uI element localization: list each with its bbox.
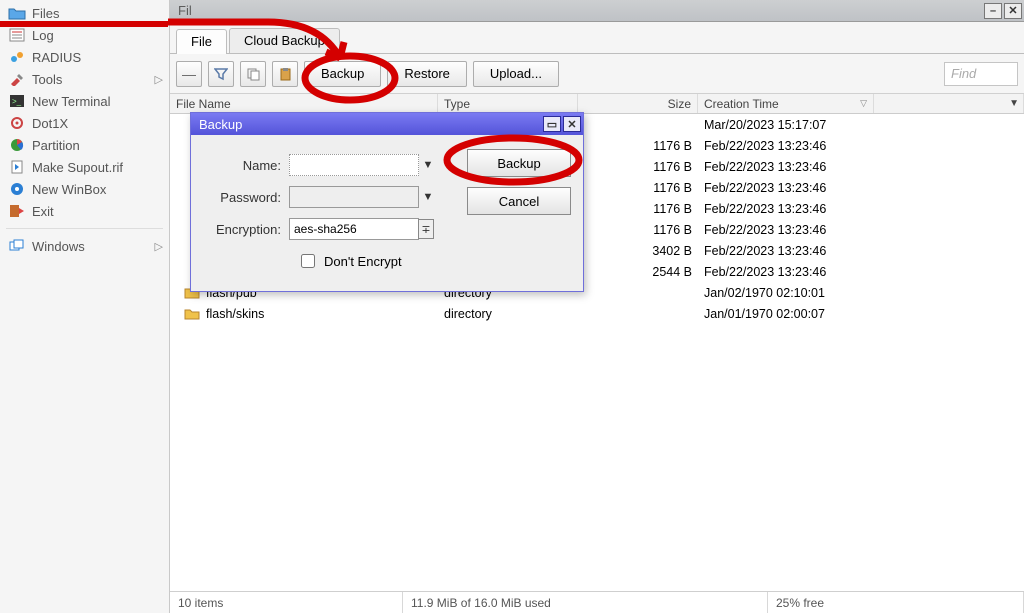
close-button[interactable]: ✕	[1004, 3, 1022, 19]
sidebar-item-label: Tools	[32, 72, 62, 87]
status-count: 10 items	[170, 592, 403, 613]
chevron-down-icon[interactable]: ∓	[418, 219, 434, 239]
backup-dialog: Backup ▭ ✕ Name: ▼ Password: ▼ Encryptio…	[190, 112, 584, 292]
chevron-down-icon[interactable]: ▼	[419, 159, 437, 171]
sidebar-item-label: Files	[32, 6, 59, 21]
tab-bar: File Cloud Backup	[170, 22, 1024, 54]
sidebar-item-new-terminal[interactable]: >_ New Terminal	[0, 90, 169, 112]
chevron-right-icon: ▷	[155, 73, 163, 86]
sidebar-item-dot1x[interactable]: Dot1X	[0, 112, 169, 134]
sidebar-item-log[interactable]: Log	[0, 24, 169, 46]
col-file-name[interactable]: File Name	[170, 94, 438, 113]
sidebar-item-radius[interactable]: RADIUS	[0, 46, 169, 68]
dont-encrypt-label: Don't Encrypt	[324, 254, 402, 269]
dont-encrypt-checkbox[interactable]	[301, 254, 315, 268]
sidebar-item-label: Exit	[32, 204, 54, 219]
sidebar-item-files[interactable]: Files	[0, 2, 169, 24]
sidebar-item-make-supout[interactable]: Make Supout.rif	[0, 156, 169, 178]
sidebar-item-new-winbox[interactable]: New WinBox	[0, 178, 169, 200]
grid-header: File Name Type Size Creation Time▽ ▼	[170, 94, 1024, 114]
sidebar-item-exit[interactable]: Exit	[0, 200, 169, 222]
log-icon	[8, 27, 26, 43]
col-creation-time[interactable]: Creation Time▽	[698, 94, 874, 113]
sidebar-item-label: New Terminal	[32, 94, 111, 109]
tab-cloud-backup[interactable]: Cloud Backup	[229, 28, 340, 53]
tools-icon	[8, 71, 26, 87]
window-titlebar[interactable]: Fil – ✕	[170, 0, 1024, 22]
dialog-titlebar[interactable]: Backup ▭ ✕	[191, 113, 583, 135]
chevron-down-icon[interactable]: ▼	[419, 191, 437, 203]
columns-dropdown-icon[interactable]: ▼	[1009, 98, 1019, 109]
dot1x-icon	[8, 115, 26, 131]
status-usage: 11.9 MiB of 16.0 MiB used	[403, 592, 768, 613]
status-bar: 10 items 11.9 MiB of 16.0 MiB used 25% f…	[170, 591, 1024, 613]
dialog-cancel-button[interactable]: Cancel	[467, 187, 571, 215]
radius-icon	[8, 49, 26, 65]
window-title: Fil	[178, 3, 192, 18]
windows-icon	[8, 238, 26, 254]
col-size[interactable]: Size	[578, 94, 698, 113]
sidebar-item-label: Make Supout.rif	[32, 160, 123, 175]
table-row[interactable]: flash/skinsdirectoryJan/01/1970 02:00:07	[170, 303, 1024, 324]
partition-icon	[8, 137, 26, 153]
tab-file[interactable]: File	[176, 29, 227, 54]
password-input[interactable]	[289, 186, 419, 208]
sidebar-item-label: RADIUS	[32, 50, 81, 65]
toolbar: — Backup Restore Upload... Find	[170, 54, 1024, 94]
remove-button[interactable]: —	[176, 61, 202, 87]
password-label: Password:	[203, 190, 289, 205]
backup-button[interactable]: Backup	[304, 61, 381, 87]
dialog-minimize-button[interactable]: ▭	[543, 116, 561, 132]
file-list-window: Fil – ✕ File Cloud Backup — Backup Resto…	[170, 0, 1024, 613]
col-type[interactable]: Type	[438, 94, 578, 113]
status-free: 25% free	[768, 592, 1024, 613]
filter-button[interactable]	[208, 61, 234, 87]
sidebar-item-label: Windows	[32, 239, 85, 254]
sidebar-item-windows[interactable]: Windows ▷	[0, 235, 169, 257]
sidebar: Files Log RADIUS Tools ▷ >_ New Termina	[0, 0, 170, 613]
folder-icon	[8, 5, 26, 21]
sidebar-item-partition[interactable]: Partition	[0, 134, 169, 156]
dialog-close-button[interactable]: ✕	[563, 116, 581, 132]
minimize-button[interactable]: –	[984, 3, 1002, 19]
col-extra[interactable]: ▼	[874, 94, 1024, 113]
upload-button[interactable]: Upload...	[473, 61, 559, 87]
name-input[interactable]	[289, 154, 419, 176]
sidebar-item-tools[interactable]: Tools ▷	[0, 68, 169, 90]
dialog-backup-button[interactable]: Backup	[467, 149, 571, 177]
dialog-title: Backup	[199, 117, 242, 132]
chevron-right-icon: ▷	[155, 240, 163, 253]
supout-icon	[8, 159, 26, 175]
paste-button[interactable]	[272, 61, 298, 87]
restore-button[interactable]: Restore	[387, 61, 467, 87]
folder-icon	[184, 307, 200, 320]
sidebar-item-label: Log	[32, 28, 54, 43]
terminal-icon: >_	[8, 93, 26, 109]
winbox-icon	[8, 181, 26, 197]
encryption-label: Encryption:	[203, 222, 289, 237]
sort-desc-icon: ▽	[860, 98, 867, 109]
svg-text:>_: >_	[12, 97, 22, 106]
sidebar-item-label: Partition	[32, 138, 80, 153]
find-input[interactable]: Find	[944, 62, 1018, 86]
sidebar-item-label: New WinBox	[32, 182, 106, 197]
sidebar-item-label: Dot1X	[32, 116, 68, 131]
copy-button[interactable]	[240, 61, 266, 87]
exit-icon	[8, 203, 26, 219]
encryption-select[interactable]: aes-sha256	[289, 218, 419, 240]
name-label: Name:	[203, 158, 289, 173]
